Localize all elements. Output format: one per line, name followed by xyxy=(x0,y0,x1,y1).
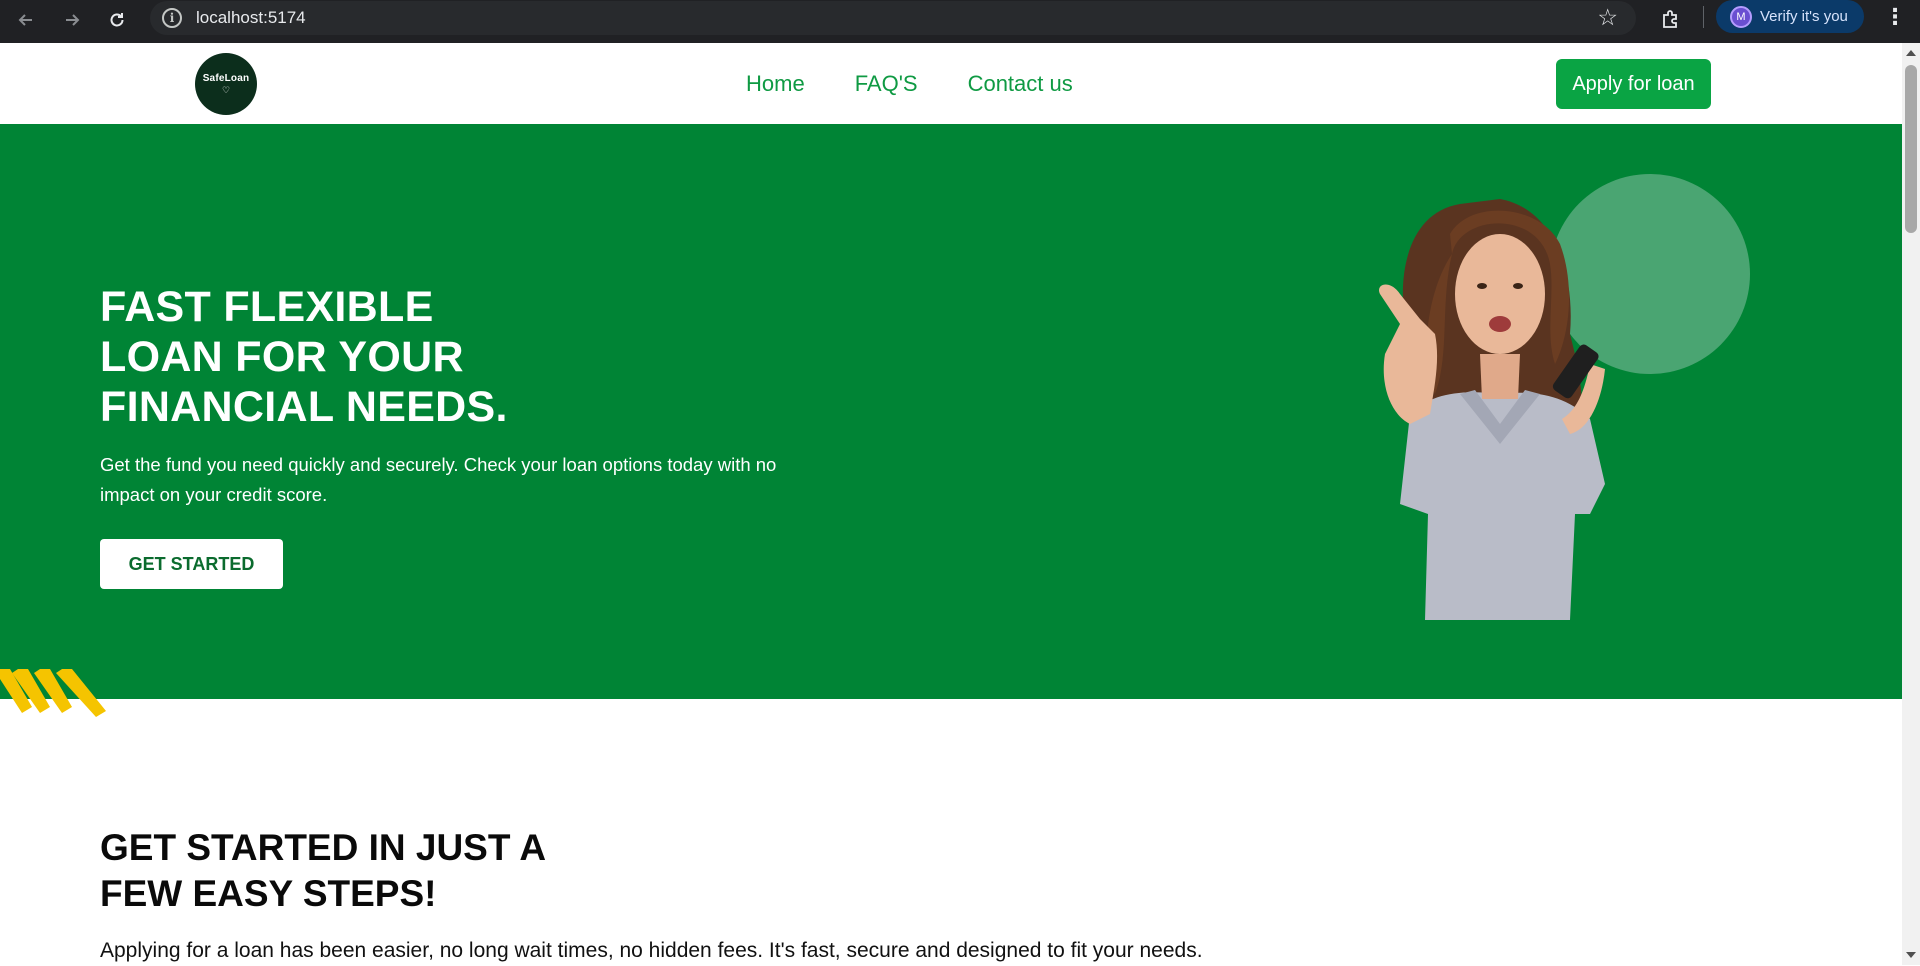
profile-avatar: M xyxy=(1730,5,1752,28)
hero-title: FAST FLEXIBLE LOAN FOR YOUR FINANCIAL NE… xyxy=(100,282,700,432)
verify-profile-button[interactable]: M Verify it's you xyxy=(1716,0,1864,33)
hero-title-line: FAST FLEXIBLE xyxy=(100,283,434,331)
page-scrollbar[interactable] xyxy=(1902,43,1920,965)
hero-title-line: LOAN FOR YOUR xyxy=(100,333,464,381)
toolbar-divider xyxy=(1703,6,1704,28)
back-icon[interactable] xyxy=(10,4,42,36)
site-header: SafeLoan ♡ Home FAQ'S Contact us Apply f… xyxy=(0,43,1902,124)
browser-toolbar: i localhost:5174 ☆ M Verify it's you ⋮ xyxy=(0,0,1920,43)
heart-icon: ♡ xyxy=(221,84,231,95)
kebab-menu-icon[interactable]: ⋮ xyxy=(1880,2,1910,32)
scroll-up-arrow-icon[interactable] xyxy=(1906,50,1916,56)
hero-title-line: FINANCIAL NEEDS. xyxy=(100,383,508,431)
steps-title: GET STARTED IN JUST A FEW EASY STEPS! xyxy=(100,825,700,917)
extensions-icon[interactable] xyxy=(1656,4,1686,34)
star-icon[interactable]: ☆ xyxy=(1597,4,1618,31)
get-started-button[interactable]: GET STARTED xyxy=(100,539,283,589)
apply-for-loan-button[interactable]: Apply for loan xyxy=(1556,59,1711,109)
hero-subtitle: Get the fund you need quickly and secure… xyxy=(100,454,777,505)
hero-section: FAST FLEXIBLE LOAN FOR YOUR FINANCIAL NE… xyxy=(0,124,1902,717)
steps-title-line: GET STARTED IN JUST A xyxy=(100,827,547,868)
reload-icon[interactable] xyxy=(101,4,133,36)
steps-description: Applying for a loan has been easier, no … xyxy=(100,939,1203,962)
info-icon[interactable]: i xyxy=(162,8,182,28)
forward-icon[interactable] xyxy=(56,4,88,36)
scroll-down-arrow-icon[interactable] xyxy=(1906,952,1916,958)
url-text[interactable]: localhost:5174 xyxy=(196,8,306,28)
nav-contact-link[interactable]: Contact us xyxy=(968,71,1073,97)
hero-woman-image xyxy=(1379,199,1605,620)
verify-label: Verify it's you xyxy=(1760,8,1848,25)
main-nav: Home FAQ'S Contact us xyxy=(746,71,1073,97)
nav-faqs-link[interactable]: FAQ'S xyxy=(855,71,918,97)
safeloan-logo[interactable]: SafeLoan ♡ xyxy=(195,53,257,115)
logo-text: SafeLoan xyxy=(202,72,250,84)
nav-home-link[interactable]: Home xyxy=(746,71,805,97)
decorative-yellow-stripes xyxy=(0,669,106,717)
address-bar[interactable]: i localhost:5174 ☆ xyxy=(150,1,1636,35)
steps-title-line: FEW EASY STEPS! xyxy=(100,873,437,914)
scrollbar-thumb[interactable] xyxy=(1905,65,1917,233)
